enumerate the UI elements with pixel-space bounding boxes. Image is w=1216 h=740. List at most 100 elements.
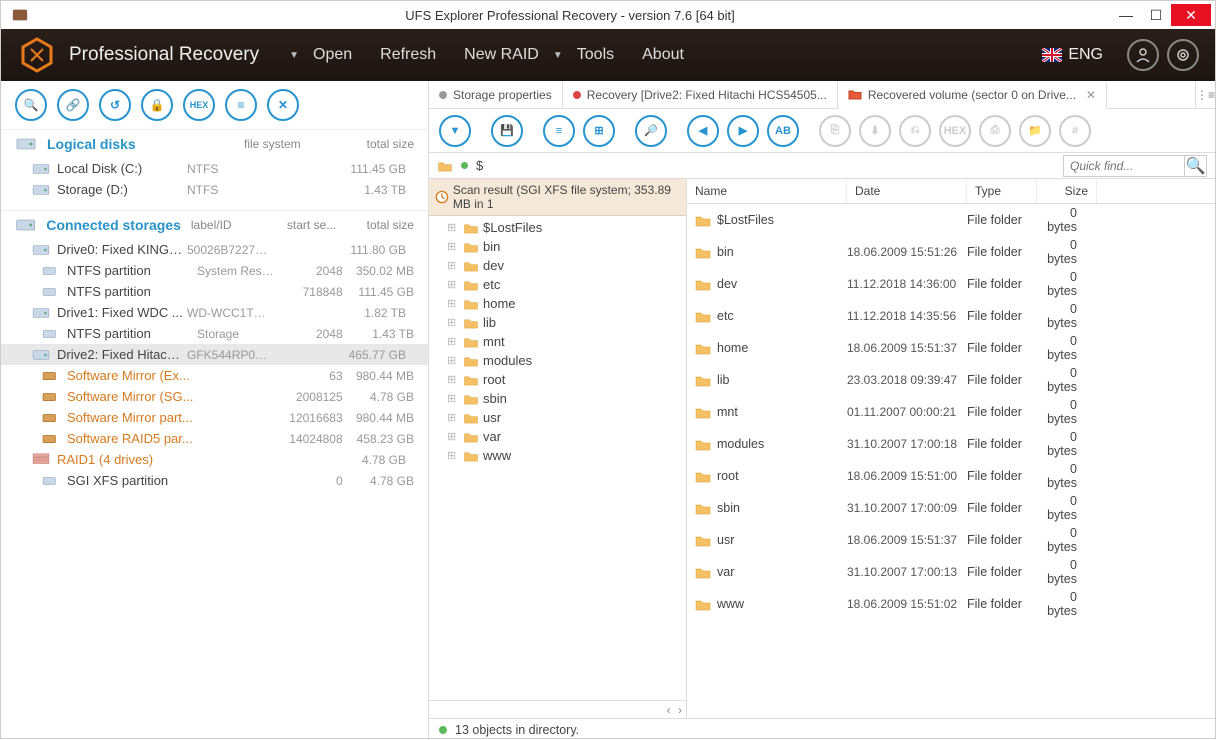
tool-search[interactable]: 🔍 (15, 89, 47, 121)
tree-folder[interactable]: ⊞ lib (429, 313, 686, 332)
storage-icon (31, 306, 51, 320)
toolbar-button-2[interactable]: ≡ (543, 115, 575, 147)
menu-tools[interactable]: Tools (577, 46, 614, 64)
storage-row[interactable]: Drive0: Fixed KINGS... 50026B72270... 11… (1, 239, 428, 260)
tab-menu-button[interactable]: ⋮≡ (1195, 81, 1215, 108)
expand-icon[interactable]: ⊞ (447, 240, 459, 254)
file-row[interactable]: modules 31.10.2007 17:00:18 File folder … (687, 428, 1215, 460)
storage-row[interactable]: Software RAID5 par... 14024808 458.23 GB (1, 428, 428, 449)
logical-disk-row[interactable]: Storage (D:) NTFS 1.43 TB (1, 179, 428, 200)
file-row[interactable]: mnt 01.11.2007 00:00:21 File folder 0 by… (687, 396, 1215, 428)
tool-hex[interactable]: HEX (183, 89, 215, 121)
toolbar-button-7[interactable]: AB (767, 115, 799, 147)
tab[interactable]: Recovery [Drive2: Fixed Hitachi HCS54505… (563, 81, 838, 108)
file-row[interactable]: $LostFiles File folder 0 bytes (687, 204, 1215, 236)
expand-icon[interactable]: ⊞ (447, 259, 459, 273)
storage-row[interactable]: SGI XFS partition 0 4.78 GB (1, 470, 428, 491)
toolbar-button-5[interactable]: ◀ (687, 115, 719, 147)
storage-name: Software Mirror (Ex... (67, 368, 197, 383)
menu-open[interactable]: Open (313, 46, 352, 64)
tree-folder[interactable]: ⊞ usr (429, 408, 686, 427)
tree-folder[interactable]: ⊞ $LostFiles (429, 218, 686, 237)
storage-row[interactable]: Software Mirror (SG... 2008125 4.78 GB (1, 386, 428, 407)
file-row[interactable]: www 18.06.2009 15:51:02 File folder 0 by… (687, 588, 1215, 620)
status-dot-icon (439, 91, 447, 99)
scan-result-header[interactable]: Scan result (SGI XFS file system; 353.89… (429, 179, 686, 216)
tree-scroll[interactable]: ‹ › (429, 700, 686, 718)
toolbar-button-1[interactable]: 💾 (491, 115, 523, 147)
tool-list[interactable]: ≡ (225, 89, 257, 121)
scroll-right-icon[interactable]: › (678, 703, 682, 717)
storage-row[interactable]: NTFS partition 718848 111.45 GB (1, 281, 428, 302)
col-name[interactable]: Name (687, 179, 847, 203)
expand-icon[interactable]: ⊞ (447, 278, 459, 292)
expand-icon[interactable]: ⊞ (447, 449, 459, 463)
toolbar-button-3[interactable]: ⊞ (583, 115, 615, 147)
expand-icon[interactable]: ⊞ (447, 316, 459, 330)
toolbar-button-6[interactable]: ▶ (727, 115, 759, 147)
tab[interactable]: Storage properties (429, 81, 563, 108)
tool-refresh[interactable]: ↺ (99, 89, 131, 121)
file-row[interactable]: usr 18.06.2009 15:51:37 File folder 0 by… (687, 524, 1215, 556)
tree-folder[interactable]: ⊞ root (429, 370, 686, 389)
storage-row[interactable]: NTFS partition Storage 2048 1.43 TB (1, 323, 428, 344)
tool-close[interactable]: ✕ (267, 89, 299, 121)
menu-refresh[interactable]: Refresh (380, 46, 436, 64)
tree-folder[interactable]: ⊞ mnt (429, 332, 686, 351)
toolbar-button-4[interactable]: 🔎 (635, 115, 667, 147)
tree-folder[interactable]: ⊞ www (429, 446, 686, 465)
storage-row[interactable]: Drive2: Fixed Hitachi... GFK544RP0D... 4… (1, 344, 428, 365)
storage-row[interactable]: Drive1: Fixed WDC ... WD-WCC1T0... 1.82 … (1, 302, 428, 323)
tree-folder[interactable]: ⊞ bin (429, 237, 686, 256)
col-size[interactable]: Size (1037, 179, 1097, 203)
tree-folder[interactable]: ⊞ sbin (429, 389, 686, 408)
expand-icon[interactable]: ⊞ (447, 373, 459, 387)
storage-row[interactable]: Software Mirror part... 12016683 980.44 … (1, 407, 428, 428)
quickfind-search-button[interactable]: 🔍 (1184, 156, 1206, 176)
tree-folder[interactable]: ⊞ dev (429, 256, 686, 275)
quickfind-input[interactable] (1064, 157, 1184, 175)
col-date[interactable]: Date (847, 179, 967, 203)
window-title: UFS Explorer Professional Recovery - ver… (29, 8, 1111, 23)
tree-folder[interactable]: ⊞ var (429, 427, 686, 446)
col-header: total size (344, 137, 414, 151)
expand-icon[interactable]: ⊞ (447, 297, 459, 311)
file-row[interactable]: var 31.10.2007 17:00:13 File folder 0 by… (687, 556, 1215, 588)
logical-disk-row[interactable]: Local Disk (C:) NTFS 111.45 GB (1, 158, 428, 179)
tree-folder[interactable]: ⊞ home (429, 294, 686, 313)
user-button[interactable] (1127, 39, 1159, 71)
storage-row[interactable]: RAID1 (4 drives) 4.78 GB (1, 449, 428, 470)
file-row[interactable]: home 18.06.2009 15:51:37 File folder 0 b… (687, 332, 1215, 364)
tab-close-icon[interactable]: ✕ (1086, 88, 1096, 102)
tree-folder[interactable]: ⊞ etc (429, 275, 686, 294)
file-row[interactable]: dev 11.12.2018 14:36:00 File folder 0 by… (687, 268, 1215, 300)
expand-icon[interactable]: ⊞ (447, 411, 459, 425)
file-row[interactable]: sbin 31.10.2007 17:00:09 File folder 0 b… (687, 492, 1215, 524)
file-row[interactable]: lib 23.03.2018 09:39:47 File folder 0 by… (687, 364, 1215, 396)
storage-row[interactable]: NTFS partition System Reser... 2048 350.… (1, 260, 428, 281)
scroll-left-icon[interactable]: ‹ (667, 703, 671, 717)
expand-icon[interactable]: ⊞ (447, 392, 459, 406)
expand-icon[interactable]: ⊞ (447, 354, 459, 368)
menu-new-raid[interactable]: New RAID (464, 46, 539, 64)
storage-row[interactable]: Software Mirror (Ex... 63 980.44 MB (1, 365, 428, 386)
settings-button[interactable] (1167, 39, 1199, 71)
tree-folder[interactable]: ⊞ modules (429, 351, 686, 370)
toolbar-button-0[interactable]: ▼ (439, 115, 471, 147)
file-row[interactable]: bin 18.06.2009 15:51:26 File folder 0 by… (687, 236, 1215, 268)
maximize-button[interactable]: ☐ (1141, 4, 1171, 26)
expand-icon[interactable]: ⊞ (447, 430, 459, 444)
close-button[interactable]: ✕ (1171, 4, 1211, 26)
expand-icon[interactable]: ⊞ (447, 335, 459, 349)
col-type[interactable]: Type (967, 179, 1037, 203)
caret-icon: ▼ (289, 50, 299, 61)
language-selector[interactable]: ENG (1042, 46, 1103, 64)
tool-link[interactable]: 🔗 (57, 89, 89, 121)
file-row[interactable]: root 18.06.2009 15:51:00 File folder 0 b… (687, 460, 1215, 492)
expand-icon[interactable]: ⊞ (447, 221, 459, 235)
tab[interactable]: Recovered volume (sector 0 on Drive... ✕ (838, 82, 1107, 109)
file-row[interactable]: etc 11.12.2018 14:35:56 File folder 0 by… (687, 300, 1215, 332)
tool-lock[interactable]: 🔒 (141, 89, 173, 121)
menu-about[interactable]: About (642, 46, 684, 64)
minimize-button[interactable]: — (1111, 4, 1141, 26)
